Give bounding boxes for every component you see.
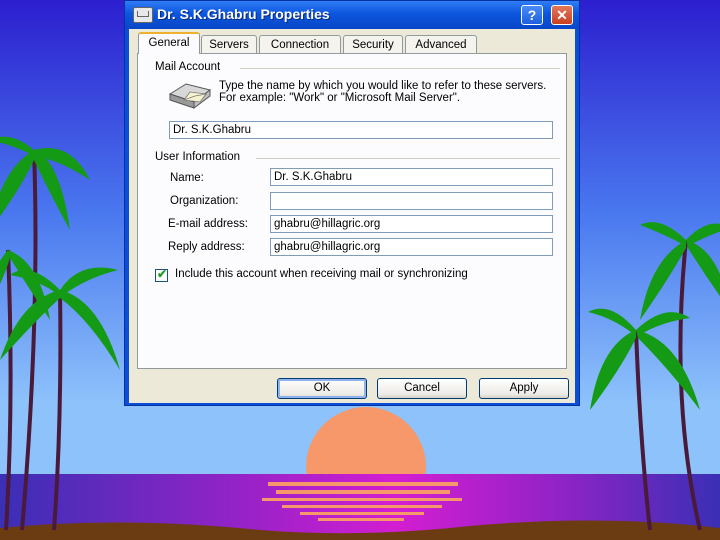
organization-label: Organization: [170, 195, 239, 207]
help-icon: ? [527, 7, 537, 23]
close-button[interactable]: ✕ [551, 5, 573, 25]
tab-general[interactable]: General [138, 32, 200, 54]
mail-account-instructions: Type the name by which you would like to… [219, 80, 547, 104]
name-label: Name: [170, 172, 204, 184]
reply-address-label: Reply address: [168, 241, 245, 253]
cancel-button[interactable]: Cancel [377, 378, 467, 399]
title-bar[interactable]: Dr. S.K.Ghabru Properties ? ✕ [125, 1, 579, 29]
tab-advanced[interactable]: Advanced [405, 35, 477, 53]
account-name-input[interactable]: Dr. S.K.Ghabru [169, 121, 553, 139]
mail-account-divider [240, 68, 560, 69]
name-input[interactable]: Dr. S.K.Ghabru [270, 168, 553, 186]
tab-connection[interactable]: Connection [259, 35, 341, 53]
tab-servers[interactable]: Servers [201, 35, 257, 53]
email-address-label: E-mail address: [168, 218, 248, 230]
organization-input[interactable] [270, 192, 553, 210]
window-title: Dr. S.K.Ghabru Properties [157, 6, 330, 22]
mail-account-group-label: Mail Account [155, 61, 221, 73]
ok-button[interactable]: OK [277, 378, 367, 399]
include-account-checkbox[interactable]: ✔ [155, 267, 168, 282]
user-information-group-label: User Information [155, 151, 241, 163]
email-address-input[interactable]: ghabru@hillagric.org [270, 215, 553, 233]
close-icon: ✕ [556, 7, 568, 23]
mail-account-icon [133, 7, 153, 23]
help-button[interactable]: ? [521, 5, 543, 25]
mail-server-icon [168, 83, 212, 109]
user-information-divider [256, 158, 560, 159]
tab-security[interactable]: Security [343, 35, 403, 53]
include-account-label[interactable]: Include this account when receiving mail… [175, 268, 468, 280]
reply-address-input[interactable]: ghabru@hillagric.org [270, 238, 553, 256]
checkmark-icon: ✔ [157, 267, 168, 281]
apply-button[interactable]: Apply [479, 378, 569, 399]
